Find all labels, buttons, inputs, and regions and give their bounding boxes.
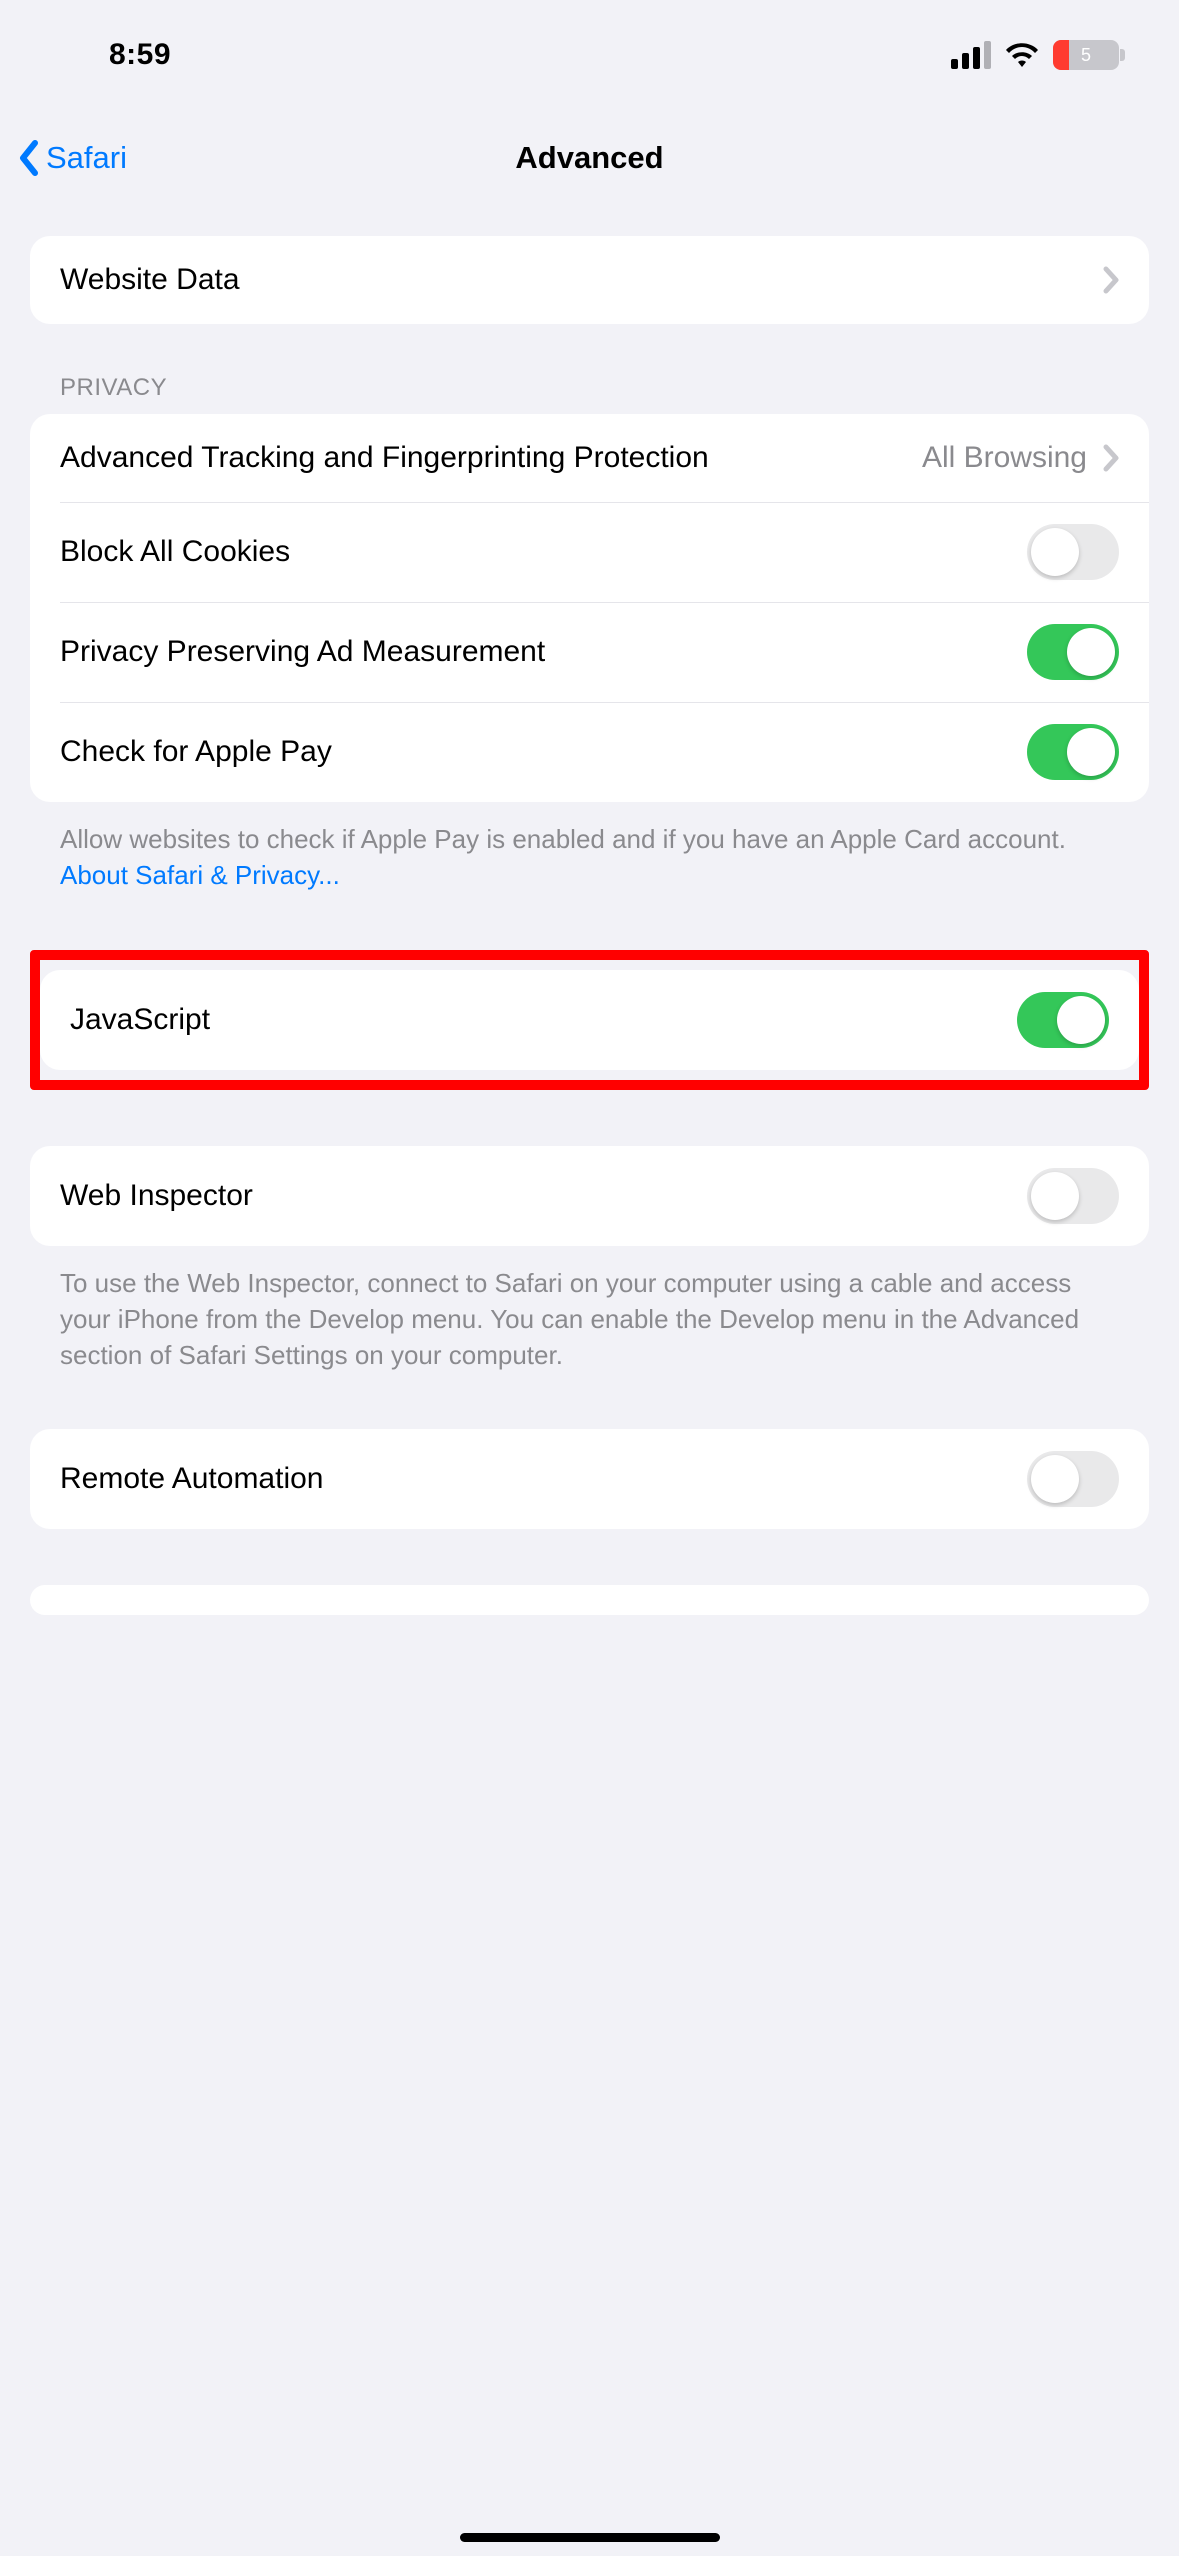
row-javascript: JavaScript	[40, 970, 1139, 1070]
home-indicator	[460, 2533, 720, 2542]
row-label: Privacy Preserving Ad Measurement	[60, 632, 1027, 673]
row-label: Website Data	[60, 260, 1103, 301]
toggle-ppam[interactable]	[1027, 624, 1119, 680]
toggle-javascript[interactable]	[1017, 992, 1109, 1048]
row-label: Web Inspector	[60, 1176, 1027, 1217]
row-label: Advanced Tracking and Fingerprinting Pro…	[60, 438, 922, 479]
toggle-apple-pay[interactable]	[1027, 724, 1119, 780]
footer-text: Allow websites to check if Apple Pay is …	[60, 824, 1066, 854]
cellular-icon	[951, 41, 991, 69]
back-label: Safari	[46, 140, 127, 176]
battery-level: 5	[1053, 45, 1119, 66]
group-javascript: JavaScript	[40, 970, 1139, 1070]
group-privacy: Advanced Tracking and Fingerprinting Pro…	[30, 414, 1149, 802]
link-about-safari-privacy[interactable]: About Safari & Privacy...	[60, 858, 340, 894]
row-label: Check for Apple Pay	[60, 732, 1027, 773]
row-value: All Browsing	[922, 441, 1087, 475]
row-tracking-protection[interactable]: Advanced Tracking and Fingerprinting Pro…	[30, 414, 1149, 502]
wifi-icon	[1005, 42, 1039, 68]
page-title: Advanced	[0, 140, 1179, 176]
row-block-cookies: Block All Cookies	[30, 502, 1149, 602]
chevron-right-icon	[1103, 266, 1119, 294]
status-bar: 8:59 5	[0, 0, 1179, 110]
section-header-privacy: PRIVACY	[30, 324, 1149, 414]
row-remote-automation: Remote Automation	[30, 1429, 1149, 1529]
row-apple-pay: Check for Apple Pay	[30, 702, 1149, 802]
group-remote-automation: Remote Automation	[30, 1429, 1149, 1529]
nav-header: Safari Advanced	[0, 110, 1179, 206]
row-website-data[interactable]: Website Data	[30, 236, 1149, 324]
footer-web-inspector: To use the Web Inspector, connect to Saf…	[30, 1246, 1149, 1374]
row-label: Block All Cookies	[60, 532, 1027, 573]
status-indicators: 5	[951, 40, 1119, 70]
group-website-data: Website Data	[30, 236, 1149, 324]
toggle-web-inspector[interactable]	[1027, 1168, 1119, 1224]
chevron-left-icon	[18, 140, 40, 176]
group-partial	[30, 1585, 1149, 1615]
row-web-inspector: Web Inspector	[30, 1146, 1149, 1246]
group-web-inspector: Web Inspector	[30, 1146, 1149, 1246]
toggle-block-cookies[interactable]	[1027, 524, 1119, 580]
battery-icon: 5	[1053, 40, 1119, 70]
status-time: 8:59	[0, 38, 280, 72]
toggle-remote-automation[interactable]	[1027, 1451, 1119, 1507]
row-ppam: Privacy Preserving Ad Measurement	[30, 602, 1149, 702]
row-label: Remote Automation	[60, 1459, 1027, 1500]
chevron-right-icon	[1103, 444, 1119, 472]
highlight-box: JavaScript	[30, 950, 1149, 1090]
back-button[interactable]: Safari	[18, 140, 127, 176]
row-label: JavaScript	[70, 1000, 1017, 1041]
footer-privacy: Allow websites to check if Apple Pay is …	[30, 802, 1149, 894]
